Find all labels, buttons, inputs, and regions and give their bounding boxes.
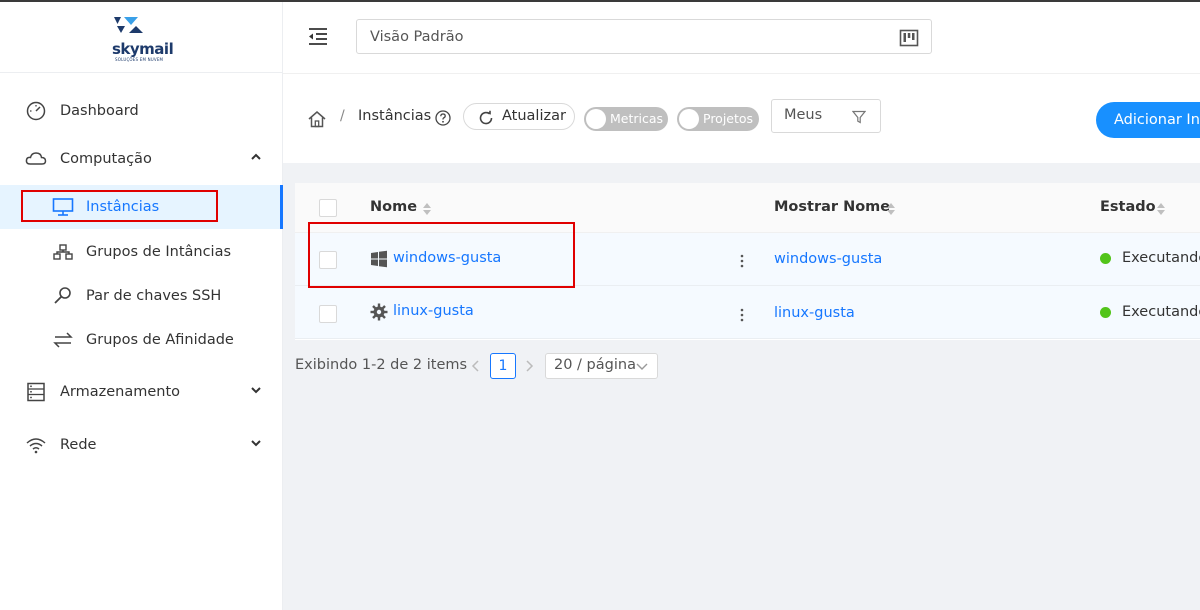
toggle-knob: [679, 109, 699, 129]
toggle-projetos[interactable]: Projetos: [677, 107, 759, 131]
toggle-label: Projetos: [703, 111, 754, 126]
pagination: Exibindo 1-2 de 2 items 1 20 / página: [295, 353, 895, 379]
toggle-label: Metricas: [610, 111, 664, 126]
display-name-link[interactable]: linux-gusta: [774, 305, 855, 321]
question-circle-icon[interactable]: [435, 110, 451, 126]
monitor-icon: [52, 198, 74, 216]
view-selector-label: Visão Padrão: [370, 28, 464, 45]
sidebar-item-label: Instâncias: [86, 199, 160, 215]
cloud-icon: [25, 152, 47, 165]
chevron-up-icon[interactable]: [250, 151, 262, 163]
view-selector[interactable]: Visão Padrão: [356, 19, 932, 54]
row-checkbox[interactable]: [319, 251, 337, 269]
sidebar-item-label: Rede: [60, 437, 97, 453]
sidebar-item-ssh-keys[interactable]: Par de chaves SSH: [0, 274, 282, 318]
row-checkbox[interactable]: [319, 305, 337, 323]
pagination-summary: Exibindo 1-2 de 2 items: [295, 357, 468, 373]
more-actions-icon[interactable]: [735, 252, 749, 270]
owner-filter-value: Meus: [784, 107, 823, 123]
chevron-left-icon[interactable]: [471, 359, 481, 373]
wifi-icon: [26, 438, 46, 454]
breadcrumb-current: Instâncias: [358, 108, 432, 124]
chevron-down-icon[interactable]: [250, 384, 262, 396]
column-header-mostrar-nome[interactable]: Mostrar Nome: [774, 199, 890, 215]
dashboard-icon: [26, 101, 46, 121]
sidebar-item-dashboard[interactable]: Dashboard: [0, 89, 282, 133]
status-text: Executando: [1122, 250, 1200, 266]
page-size-value: 20 / página: [554, 357, 636, 373]
select-all-checkbox[interactable]: [319, 199, 337, 217]
refresh-button[interactable]: Atualizar: [463, 103, 575, 130]
display-name-link[interactable]: windows-gusta: [774, 251, 882, 267]
sidebar-item-computacao[interactable]: Computação: [0, 137, 282, 181]
instance-name-link[interactable]: linux-gusta: [393, 303, 474, 319]
project-board-icon: [899, 29, 919, 47]
status-text: Executando: [1122, 304, 1200, 320]
windows-icon: [371, 250, 387, 268]
filter-icon: [852, 110, 866, 124]
database-icon: [27, 382, 45, 402]
logo-area: skymail SOLUÇÕES EM NUVEM: [0, 2, 282, 73]
sidebar-item-label: Grupos de Intâncias: [86, 244, 232, 260]
skymail-logo[interactable]: skymail SOLUÇÕES EM NUVEM: [112, 16, 192, 64]
key-icon: [54, 287, 71, 304]
home-icon[interactable]: [307, 110, 327, 128]
table-header: Nome Mostrar Nome Estado: [295, 183, 1200, 233]
logo-wordmark: skymail: [112, 40, 174, 58]
column-header-estado[interactable]: Estado: [1100, 199, 1156, 215]
toggle-metricas[interactable]: Metricas: [584, 107, 668, 131]
breadcrumb-separator: /: [340, 108, 345, 124]
sort-icon[interactable]: [422, 202, 432, 216]
cluster-icon: [53, 244, 73, 260]
table-row[interactable]: linux-gusta linux-gusta Executando: [295, 286, 1200, 339]
status-running-dot: [1100, 307, 1111, 318]
content-area: Nome Mostrar Nome Estado windows-gusta w…: [283, 163, 1200, 610]
swap-icon: [53, 332, 73, 348]
table-row[interactable]: windows-gusta windows-gusta Executando: [295, 233, 1200, 286]
instance-name-link[interactable]: windows-gusta: [393, 250, 501, 266]
sidebar-item-label: Grupos de Afinidade: [86, 332, 234, 348]
sidebar-item-label: Dashboard: [60, 103, 139, 119]
add-instance-label: Adicionar Instância: [1114, 112, 1200, 128]
reload-icon: [479, 110, 493, 125]
sort-icon[interactable]: [1156, 202, 1166, 216]
sidebar-item-rede[interactable]: Rede: [0, 423, 282, 467]
chevron-right-icon[interactable]: [524, 359, 534, 373]
top-header: Visão Padrão: [283, 2, 1200, 73]
sidebar-item-armazenamento[interactable]: Armazenamento: [0, 370, 282, 414]
instances-table: Nome Mostrar Nome Estado windows-gusta w…: [295, 183, 1200, 340]
sidebar-item-instancias[interactable]: Instâncias: [0, 185, 283, 229]
more-actions-icon[interactable]: [735, 306, 749, 324]
sidebar-item-label: Computação: [60, 151, 152, 167]
logo-tagline: SOLUÇÕES EM NUVEM: [115, 57, 164, 62]
menu-fold-icon[interactable]: [307, 26, 329, 46]
sidebar-item-label: Armazenamento: [60, 384, 181, 400]
add-instance-button[interactable]: Adicionar Instância: [1096, 102, 1200, 138]
chevron-down-icon[interactable]: [250, 437, 262, 449]
gear-icon: [370, 303, 388, 321]
sidebar-item-grupos-afinidade[interactable]: Grupos de Afinidade: [0, 318, 282, 362]
page-1-button[interactable]: 1: [490, 353, 516, 379]
toolbar: / Instâncias Atualizar Metricas Projetos…: [283, 73, 1200, 163]
sidebar-item-label: Par de chaves SSH: [86, 288, 222, 304]
status-running-dot: [1100, 253, 1111, 264]
column-header-nome[interactable]: Nome: [370, 199, 417, 215]
sort-icon[interactable]: [886, 202, 896, 216]
chevron-down-icon: [636, 363, 648, 370]
refresh-label: Atualizar: [502, 108, 566, 124]
owner-filter-select[interactable]: Meus: [771, 99, 881, 133]
page-size-select[interactable]: 20 / página: [545, 353, 658, 379]
sidebar-item-grupos-instancias[interactable]: Grupos de Intâncias: [0, 230, 282, 274]
toggle-knob: [586, 109, 606, 129]
sidebar: skymail SOLUÇÕES EM NUVEM Dashboard Comp…: [0, 2, 283, 610]
logo-mark-icon: [114, 17, 143, 33]
